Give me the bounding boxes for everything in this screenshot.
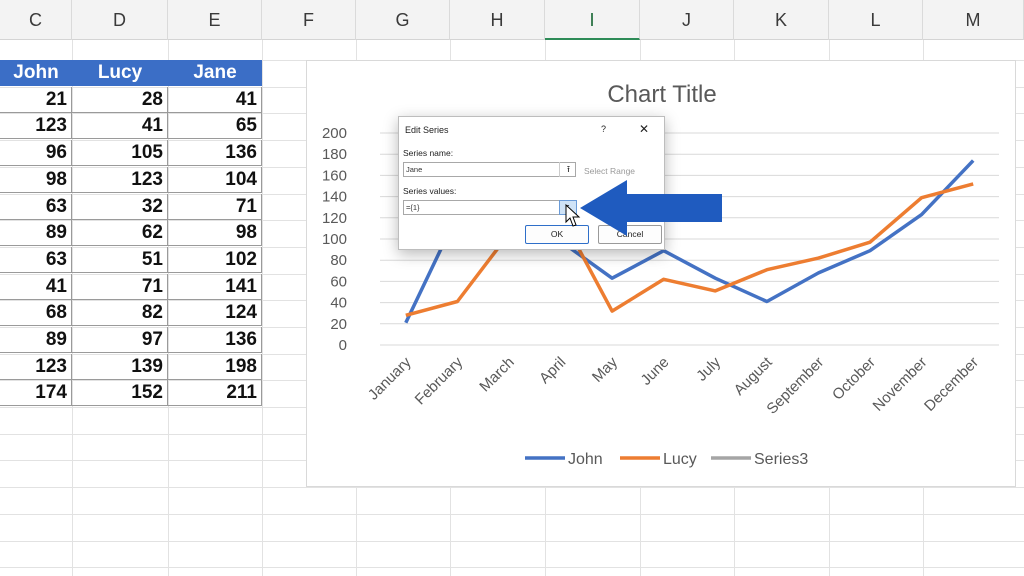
y-tick-label: 120 (322, 210, 347, 227)
x-tick-label: May (589, 353, 621, 385)
table-cell[interactable]: 104 (168, 167, 262, 193)
y-tick-label: 60 (330, 273, 347, 290)
table-cell[interactable]: 71 (72, 274, 168, 300)
table-header-cell[interactable]: John (0, 60, 72, 86)
edit-series-dialog: Edit Series ? ✕ Series name: Jane ⭱ Sele… (398, 116, 665, 250)
x-tick-label: April (536, 354, 569, 387)
column-header-c[interactable]: C (0, 0, 72, 40)
help-icon[interactable]: ? (601, 124, 606, 134)
table-cell[interactable]: 51 (72, 247, 168, 273)
x-tick-label: November (869, 354, 930, 415)
series-name-input[interactable]: Jane ⭱ (403, 162, 576, 177)
table-cell[interactable]: 174 (0, 380, 72, 406)
x-tick-label: July (693, 353, 724, 384)
table-cell[interactable]: 97 (72, 327, 168, 353)
y-tick-label: 100 (322, 231, 347, 248)
y-tick-label: 180 (322, 146, 347, 163)
legend-label: Lucy (663, 451, 697, 468)
column-header-k[interactable]: K (734, 0, 829, 40)
table-cell[interactable]: 65 (168, 113, 262, 139)
x-tick-label: March (476, 354, 517, 395)
table-cell[interactable]: 211 (168, 380, 262, 406)
y-tick-label: 20 (330, 316, 347, 333)
table-header-cell[interactable]: Jane (168, 60, 262, 86)
table-cell[interactable]: 198 (168, 354, 262, 380)
column-header-i[interactable]: I (545, 0, 640, 40)
legend-label: John (568, 451, 603, 468)
column-header-bar: CDEFGHIJKLM (0, 0, 1024, 40)
y-tick-label: 140 (322, 189, 347, 206)
ok-button[interactable]: OK (525, 225, 589, 244)
series-values-value: ={1} (406, 203, 420, 212)
column-header-d[interactable]: D (72, 0, 168, 40)
table-cell[interactable]: 123 (72, 167, 168, 193)
x-tick-label: January (365, 353, 415, 403)
table-cell[interactable]: 71 (168, 194, 262, 220)
series-values-label: Series values: (403, 186, 457, 196)
grid-line (0, 541, 1024, 542)
grid-line (0, 514, 1024, 515)
table-cell[interactable]: 98 (0, 167, 72, 193)
column-header-m[interactable]: M (923, 0, 1024, 40)
table-cell[interactable]: 41 (72, 113, 168, 139)
y-tick-label: 0 (339, 337, 347, 354)
table-cell[interactable]: 105 (72, 140, 168, 166)
table-cell[interactable]: 21 (0, 87, 72, 113)
table-cell[interactable]: 41 (168, 87, 262, 113)
grid-line (262, 40, 263, 576)
y-tick-label: 80 (330, 252, 347, 269)
table-cell[interactable]: 89 (0, 327, 72, 353)
x-tick-label: August (731, 353, 777, 399)
column-header-g[interactable]: G (356, 0, 450, 40)
table-cell[interactable]: 124 (168, 300, 262, 326)
cancel-button[interactable]: Cancel (598, 225, 662, 244)
table-cell[interactable]: 82 (72, 300, 168, 326)
table-cell[interactable]: 89 (0, 220, 72, 246)
table-cell[interactable]: 123 (0, 354, 72, 380)
table-cell[interactable]: 62 (72, 220, 168, 246)
y-tick-label: 40 (330, 295, 347, 312)
y-tick-label: 200 (322, 125, 347, 142)
table-header-cell[interactable]: Lucy (72, 60, 168, 86)
table-cell[interactable]: 68 (0, 300, 72, 326)
table-cell[interactable]: 139 (72, 354, 168, 380)
table-cell[interactable]: 141 (168, 274, 262, 300)
series-name-label: Series name: (403, 148, 454, 158)
table-cell[interactable]: 136 (168, 140, 262, 166)
series-name-range-icon[interactable]: ⭱ (559, 162, 577, 177)
table-cell[interactable]: 63 (0, 194, 72, 220)
column-header-h[interactable]: H (450, 0, 545, 40)
table-cell[interactable]: 28 (72, 87, 168, 113)
table-cell[interactable]: 136 (168, 327, 262, 353)
x-tick-label: October (829, 354, 879, 404)
table-cell[interactable]: 102 (168, 247, 262, 273)
x-tick-label: December (921, 354, 982, 415)
close-icon[interactable]: ✕ (639, 122, 649, 136)
table-cell[interactable]: 63 (0, 247, 72, 273)
select-range-hint: Select Range (584, 166, 636, 176)
column-header-l[interactable]: L (829, 0, 923, 40)
x-tick-label: June (638, 354, 673, 389)
column-header-j[interactable]: J (640, 0, 734, 40)
dialog-title: Edit Series (405, 125, 449, 135)
legend-label: Series3 (754, 451, 808, 468)
column-header-e[interactable]: E (168, 0, 262, 40)
grid-line (0, 567, 1024, 568)
series-name-value: Jane (406, 165, 423, 174)
table-cell[interactable]: 123 (0, 113, 72, 139)
table-cell[interactable]: 41 (0, 274, 72, 300)
table-cell[interactable]: 96 (0, 140, 72, 166)
table-cell[interactable]: 32 (72, 194, 168, 220)
table-cell[interactable]: 152 (72, 380, 168, 406)
column-header-f[interactable]: F (262, 0, 356, 40)
y-tick-label: 160 (322, 167, 347, 184)
chart-title: Chart Title (607, 81, 716, 108)
table-cell[interactable]: 98 (168, 220, 262, 246)
x-tick-label: February (412, 353, 467, 408)
series-values-range-icon[interactable]: ⭱ (559, 200, 577, 215)
series-values-input[interactable]: ={1} ⭱ (403, 200, 577, 215)
